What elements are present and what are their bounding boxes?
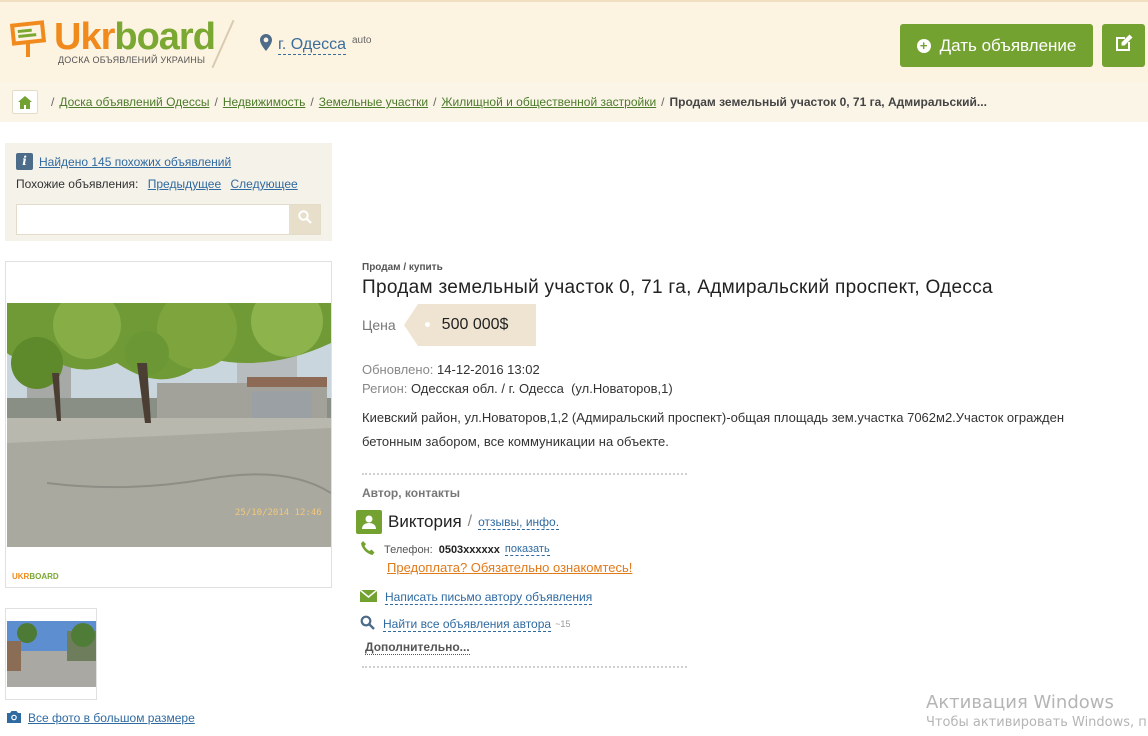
ad-title: Продам земельный участок 0, 71 га, Адмир… — [362, 277, 993, 298]
show-phone-link[interactable]: показать — [504, 543, 550, 556]
site-header: Ukrboard ДОСКА ОБЪЯВЛЕНИЙ УКРАИНЫ г. Оде… — [0, 0, 1148, 82]
region-value: Одесская обл. / г. Одесса (ул.Новаторов,… — [410, 381, 673, 396]
found-similar-link[interactable]: Найдено 145 похожих объявлений — [39, 155, 231, 169]
location-pin-icon — [260, 34, 272, 56]
thumbnail-image[interactable] — [7, 621, 96, 687]
price-tag: 500 000$ — [403, 304, 536, 346]
price-tag-hole-icon — [424, 322, 430, 327]
ad-category: Продам / купить — [362, 262, 443, 273]
svg-text:25/10/2014 12:46: 25/10/2014 12:46 — [235, 508, 322, 518]
phone-number: 0503xxxxxx — [438, 543, 500, 556]
city-name[interactable]: г. Одесса — [278, 36, 346, 55]
search-button[interactable] — [289, 205, 320, 234]
header-divider — [211, 19, 235, 69]
author-ads-count: ~15 — [555, 619, 571, 629]
breadcrumb-item-residential[interactable]: Жилищной и общественной застройки — [441, 95, 656, 109]
search-field[interactable] — [16, 204, 321, 235]
photo-thumbnail[interactable] — [5, 608, 97, 700]
write-author-link[interactable]: Написать письмо автору объявления — [385, 590, 593, 605]
photo-watermark: UKRBOARD — [12, 572, 59, 581]
updated-label: Обновлено: — [362, 362, 434, 377]
next-ad-link[interactable]: Следующее — [231, 177, 298, 191]
write-author-row: Написать письмо автору объявления — [359, 589, 593, 605]
breadcrumb: / Доска объявлений Одессы / Недвижимость… — [0, 82, 1148, 122]
logo-billboard-icon — [8, 18, 48, 58]
find-author-ads-row: Найти все объявления автора ~15 — [360, 615, 570, 633]
phone-label: Телефон: — [384, 543, 433, 556]
post-ad-label: Дать объявление — [939, 35, 1077, 55]
city-auto-label: auto — [352, 34, 372, 46]
prepayment-warning-link[interactable]: Предоплата? Обязательно ознакомтесь! — [387, 560, 632, 575]
all-photos: Все фото в большом размере — [6, 710, 195, 726]
all-photos-link[interactable]: Все фото в большом размере — [28, 711, 195, 725]
main-photo[interactable]: 25/10/2014 12:46 — [7, 303, 331, 547]
find-author-ads-link[interactable]: Найти все объявления автора — [383, 617, 552, 632]
breadcrumb-item-realty[interactable]: Недвижимость — [223, 95, 306, 109]
divider — [362, 473, 687, 475]
windows-activation-subtitle: Чтобы активировать Windows, п — [926, 715, 1147, 730]
edit-icon — [1113, 32, 1135, 59]
similar-label: Похожие объявления: — [16, 177, 139, 191]
home-icon[interactable] — [12, 90, 38, 114]
user-icon — [356, 510, 382, 534]
plus-circle-icon: + — [916, 38, 931, 53]
prev-ad-link[interactable]: Предыдущее — [148, 177, 221, 191]
windows-activation-watermark: Активация Windows Чтобы активировать Win… — [926, 692, 1147, 730]
magnifier-icon — [360, 615, 375, 633]
author-reviews-link[interactable]: отзывы, инфо. — [478, 515, 560, 530]
phone-row: Телефон: 0503xxxxxx показать — [360, 540, 550, 559]
site-logo[interactable]: Ukrboard ДОСКА ОБЪЯВЛЕНИЙ УКРАИНЫ — [8, 16, 216, 65]
breadcrumb-current: Продам земельный участок 0, 71 га, Адмир… — [669, 95, 987, 109]
author-name: Виктория — [388, 512, 462, 531]
contacts-heading: Автор, контакты — [362, 486, 461, 500]
price-row: Цена 500 000$ — [362, 304, 536, 346]
post-ad-button[interactable]: + Дать объявление — [900, 24, 1093, 67]
similar-ads-panel: i Найдено 145 похожих объявлений Похожие… — [5, 143, 332, 241]
search-icon — [297, 210, 312, 229]
main-photo-frame[interactable]: 25/10/2014 12:46 UKRBOARD — [5, 261, 332, 588]
camera-icon — [6, 710, 22, 726]
city-selector[interactable]: г. Одесса auto — [260, 34, 371, 56]
logo-board-text: board — [114, 16, 216, 58]
info-icon: i — [16, 153, 33, 170]
logo-tagline: ДОСКА ОБЪЯВЛЕНИЙ УКРАИНЫ — [58, 55, 206, 65]
phone-icon — [360, 540, 376, 559]
windows-activation-title: Активация Windows — [926, 692, 1114, 713]
price-label: Цена — [362, 317, 396, 333]
region-label: Регион: — [362, 381, 408, 396]
ad-details: Продам / купить Продам земельный участок… — [356, 262, 1122, 668]
ad-description: Киевский район, ул.Новаторов,1,2 (Адмира… — [362, 410, 1065, 449]
envelope-icon — [359, 589, 378, 605]
author-row: Виктория / отзывы, инфо. — [356, 510, 560, 534]
price-value: 500 000$ — [441, 316, 509, 333]
edit-ads-button[interactable] — [1102, 24, 1145, 67]
more-info-link[interactable]: Дополнительно... — [365, 640, 470, 655]
breadcrumb-item-board[interactable]: Доска объявлений Одессы — [59, 95, 209, 109]
updated-value: 14-12-2016 13:02 — [437, 362, 540, 377]
breadcrumb-item-land[interactable]: Земельные участки — [319, 95, 428, 109]
ad-meta: Обновлено: 14-12-2016 13:02 Регион: Одес… — [362, 360, 673, 398]
divider — [362, 666, 687, 668]
logo-ukr-text: Ukr — [54, 16, 115, 58]
